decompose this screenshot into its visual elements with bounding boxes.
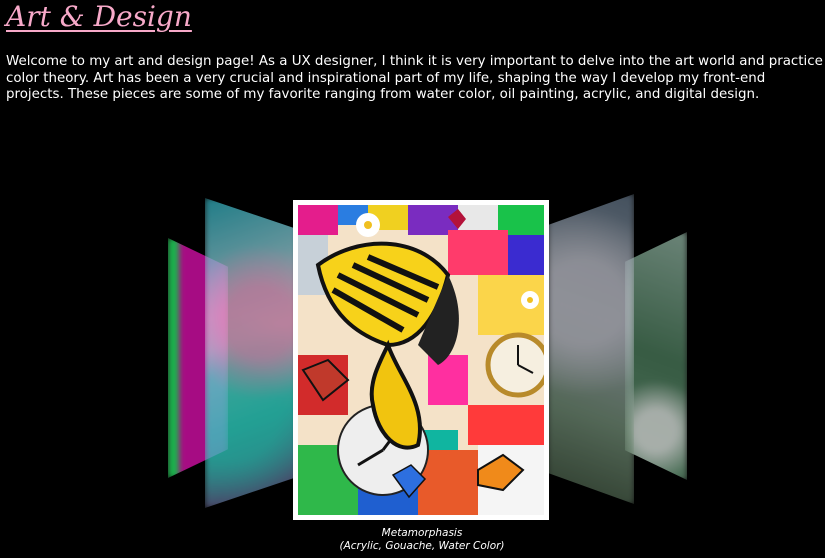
carousel-slide-left-near[interactable] (205, 198, 297, 508)
artwork-title: Metamorphasis (381, 527, 463, 539)
artwork-caption: Metamorphasis (Acrylic, Gouache, Water C… (293, 527, 551, 552)
page-title[interactable]: Art & Design (6, 0, 192, 34)
carousel-slide-right-near[interactable] (548, 194, 634, 504)
intro-paragraph: Welcome to my art and design page! As a … (6, 54, 823, 102)
butterfly-collage-image (298, 205, 544, 515)
featured-artwork[interactable] (293, 200, 549, 520)
art-carousel[interactable]: Metamorphasis (Acrylic, Gouache, Water C… (0, 180, 825, 558)
carousel-slide-right-far[interactable] (625, 232, 687, 480)
artwork-medium: (Acrylic, Gouache, Water Color) (339, 539, 505, 552)
